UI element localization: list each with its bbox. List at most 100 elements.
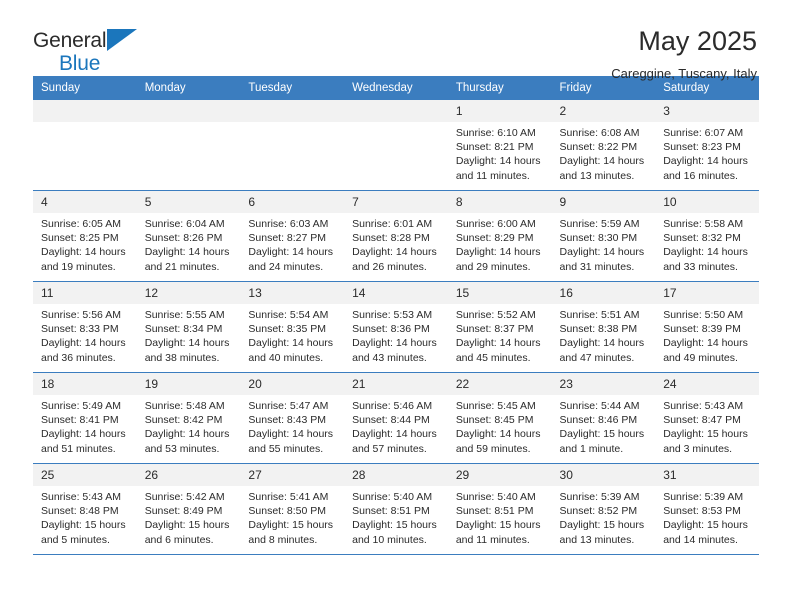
calendar-day-cell[interactable]: 14 Sunrise: 5:53 AM Sunset: 8:36 PM Dayligh…	[344, 281, 448, 373]
sunset-text: Sunset: 8:29 PM	[455, 232, 534, 245]
calendar-day-cell[interactable]: 5 Sunrise: 6:04 AM Sunset: 8:26 PM Daylight…	[136, 190, 241, 282]
day-number: 18	[33, 373, 137, 395]
calendar-day-cell[interactable]: 12 Sunrise: 5:55 AM Sunset: 8:34 PM Dayligh…	[136, 281, 241, 373]
daylight-text: Daylight: 14 hours and 26 minutes.	[352, 246, 437, 273]
sunrise-text: Sunrise: 5:53 AM	[352, 309, 433, 321]
daylight-text: Daylight: 14 hours and 31 minutes.	[559, 246, 645, 273]
day-number: 19	[136, 373, 241, 395]
calendar-day-cell[interactable]: 24 Sunrise: 5:43 AM Sunset: 8:47 PM Dayligh…	[655, 372, 759, 464]
sunset-text: Sunset: 8:27 PM	[248, 232, 327, 245]
day-number: 22	[447, 373, 552, 395]
sunset-text: Sunset: 8:44 PM	[352, 414, 430, 427]
day-details: Sunrise: 6:00 AM Sunset: 8:29 PM Daylight:…	[448, 213, 552, 274]
day-details: Sunrise: 5:43 AM Sunset: 8:48 PM Daylight:…	[33, 486, 137, 547]
calendar-day-cell[interactable]: 7 Sunrise: 6:01 AM Sunset: 8:28 PM Daylight…	[344, 190, 448, 282]
day-details: Sunrise: 6:05 AM Sunset: 8:25 PM Daylight:…	[33, 213, 137, 274]
weekday-header-thursday: Thursday	[447, 76, 552, 100]
sunrise-text: Sunrise: 5:56 AM	[41, 309, 121, 321]
sunset-text: Sunset: 8:48 PM	[41, 505, 119, 518]
sunrise-text: Sunrise: 5:40 AM	[455, 491, 536, 503]
calendar-day-cell[interactable]: 19 Sunrise: 5:48 AM Sunset: 8:42 PM Dayligh…	[136, 372, 241, 464]
sunrise-text: Sunrise: 6:05 AM	[41, 218, 121, 230]
sunrise-sunset-calendar: Sunday Monday Tuesday Wednesday Thursday…	[33, 76, 759, 555]
calendar-day-cell[interactable]: 15 Sunrise: 5:52 AM Sunset: 8:37 PM Dayligh…	[447, 281, 552, 373]
sunset-text: Sunset: 8:41 PM	[41, 414, 119, 427]
calendar-day-cell[interactable]: 2 Sunrise: 6:08 AM Sunset: 8:22 PM Daylight…	[551, 100, 656, 191]
sunrise-text: Sunrise: 5:49 AM	[41, 400, 121, 412]
calendar-day-cell[interactable]: 31 Sunrise: 5:39 AM Sunset: 8:53 PM Dayligh…	[655, 463, 759, 555]
day-details: Sunrise: 5:46 AM Sunset: 8:44 PM Daylight:…	[344, 395, 448, 456]
calendar-day-cell[interactable]: 8 Sunrise: 6:00 AM Sunset: 8:29 PM Daylight…	[447, 190, 552, 282]
sunset-text: Sunset: 8:26 PM	[144, 232, 223, 245]
day-details: Sunrise: 5:47 AM Sunset: 8:43 PM Daylight:…	[240, 395, 344, 456]
logo-text-blue: Blue	[59, 52, 101, 75]
calendar-day-cell[interactable]: 28 Sunrise: 5:40 AM Sunset: 8:51 PM Dayligh…	[344, 463, 448, 555]
day-number: 2	[551, 100, 656, 122]
sunrise-text: Sunrise: 5:43 AM	[663, 400, 744, 412]
sunset-text: Sunset: 8:23 PM	[663, 141, 741, 154]
calendar-day-cell[interactable]: 11 Sunrise: 5:56 AM Sunset: 8:33 PM Dayligh…	[33, 281, 137, 373]
daylight-text: Daylight: 14 hours and 59 minutes.	[455, 428, 541, 455]
sunrise-text: Sunrise: 5:46 AM	[352, 400, 433, 412]
calendar-day-cell[interactable]: 21 Sunrise: 5:46 AM Sunset: 8:44 PM Dayligh…	[344, 372, 448, 464]
sunrise-text: Sunrise: 5:40 AM	[352, 491, 433, 503]
sunrise-text: Sunrise: 5:42 AM	[144, 491, 225, 503]
day-details: Sunrise: 5:56 AM Sunset: 8:33 PM Daylight:…	[33, 304, 137, 365]
calendar-day-cell[interactable]: 6 Sunrise: 6:03 AM Sunset: 8:27 PM Daylight…	[240, 190, 345, 282]
daylight-text: Daylight: 14 hours and 24 minutes.	[248, 246, 334, 273]
day-number: 31	[655, 464, 759, 486]
sunset-text: Sunset: 8:25 PM	[41, 232, 119, 245]
sunset-text: Sunset: 8:39 PM	[663, 323, 741, 336]
daylight-text: Daylight: 14 hours and 40 minutes.	[248, 337, 334, 364]
calendar-day-cell[interactable]: 17 Sunrise: 5:50 AM Sunset: 8:39 PM Dayligh…	[655, 281, 759, 373]
calendar-day-cell[interactable]: 25 Sunrise: 5:43 AM Sunset: 8:48 PM Dayligh…	[33, 463, 137, 555]
calendar-week-row: 1 Sunrise: 6:10 AM Sunset: 8:21 PM Daylight…	[33, 100, 759, 191]
daylight-text: Daylight: 15 hours and 8 minutes.	[248, 519, 334, 546]
calendar-day-cell[interactable]: 20 Sunrise: 5:47 AM Sunset: 8:43 PM Dayligh…	[240, 372, 345, 464]
calendar-day-cell[interactable]: 10 Sunrise: 5:58 AM Sunset: 8:32 PM Dayligh…	[655, 190, 759, 282]
calendar-empty-cell	[344, 100, 448, 191]
daylight-text: Daylight: 14 hours and 55 minutes.	[248, 428, 334, 455]
daylight-text: Daylight: 14 hours and 13 minutes.	[559, 155, 645, 182]
sunrise-text: Sunrise: 5:52 AM	[455, 309, 536, 321]
calendar-empty-cell	[240, 100, 345, 191]
calendar-day-cell[interactable]: 26 Sunrise: 5:42 AM Sunset: 8:49 PM Dayligh…	[136, 463, 241, 555]
sunrise-text: Sunrise: 6:00 AM	[455, 218, 536, 230]
daylight-text: Daylight: 14 hours and 49 minutes.	[663, 337, 748, 364]
calendar-day-cell[interactable]: 9 Sunrise: 5:59 AM Sunset: 8:30 PM Daylight…	[551, 190, 656, 282]
calendar-day-cell[interactable]: 1 Sunrise: 6:10 AM Sunset: 8:21 PM Daylight…	[447, 100, 552, 191]
sunset-text: Sunset: 8:52 PM	[559, 505, 638, 518]
calendar-day-cell[interactable]: 30 Sunrise: 5:39 AM Sunset: 8:52 PM Dayligh…	[551, 463, 656, 555]
general-blue-logo[interactable]: General Blue	[33, 26, 153, 74]
sunset-text: Sunset: 8:30 PM	[559, 232, 638, 245]
day-number: 24	[655, 373, 759, 395]
sunset-text: Sunset: 8:38 PM	[559, 323, 638, 336]
calendar-day-cell[interactable]: 27 Sunrise: 5:41 AM Sunset: 8:50 PM Dayligh…	[240, 463, 345, 555]
calendar-day-cell[interactable]: 3 Sunrise: 6:07 AM Sunset: 8:23 PM Daylight…	[655, 100, 759, 191]
day-details: Sunrise: 5:55 AM Sunset: 8:34 PM Daylight:…	[137, 304, 241, 365]
sunset-text: Sunset: 8:47 PM	[663, 414, 741, 427]
weekday-header-sunday: Sunday	[33, 76, 137, 100]
sunset-text: Sunset: 8:34 PM	[144, 323, 223, 336]
sunset-text: Sunset: 8:22 PM	[559, 141, 638, 154]
calendar-day-cell[interactable]: 23 Sunrise: 5:44 AM Sunset: 8:46 PM Dayligh…	[551, 372, 656, 464]
day-details: Sunrise: 6:01 AM Sunset: 8:28 PM Daylight:…	[344, 213, 448, 274]
calendar-day-cell[interactable]: 16 Sunrise: 5:51 AM Sunset: 8:38 PM Dayligh…	[551, 281, 656, 373]
sunset-text: Sunset: 8:21 PM	[455, 141, 534, 154]
calendar-day-cell[interactable]: 29 Sunrise: 5:40 AM Sunset: 8:51 PM Dayligh…	[447, 463, 552, 555]
calendar-day-cell[interactable]: 22 Sunrise: 5:45 AM Sunset: 8:45 PM Dayligh…	[447, 372, 552, 464]
sunrise-text: Sunrise: 5:47 AM	[248, 400, 329, 412]
calendar-day-cell[interactable]: 4 Sunrise: 6:05 AM Sunset: 8:25 PM Daylight…	[33, 190, 137, 282]
sunset-text: Sunset: 8:33 PM	[41, 323, 119, 336]
sunrise-text: Sunrise: 5:44 AM	[559, 400, 640, 412]
daylight-text: Daylight: 15 hours and 10 minutes.	[352, 519, 437, 546]
daylight-text: Daylight: 14 hours and 38 minutes.	[144, 337, 230, 364]
day-number: 25	[33, 464, 137, 486]
daylight-text: Daylight: 14 hours and 29 minutes.	[455, 246, 541, 273]
calendar-day-cell[interactable]: 13 Sunrise: 5:54 AM Sunset: 8:35 PM Dayligh…	[240, 281, 345, 373]
day-number: 13	[240, 282, 345, 304]
day-details: Sunrise: 5:43 AM Sunset: 8:47 PM Daylight:…	[655, 395, 759, 456]
day-number: 27	[240, 464, 345, 486]
day-details: Sunrise: 5:50 AM Sunset: 8:39 PM Daylight:…	[655, 304, 759, 365]
calendar-day-cell[interactable]: 18 Sunrise: 5:49 AM Sunset: 8:41 PM Dayligh…	[33, 372, 137, 464]
